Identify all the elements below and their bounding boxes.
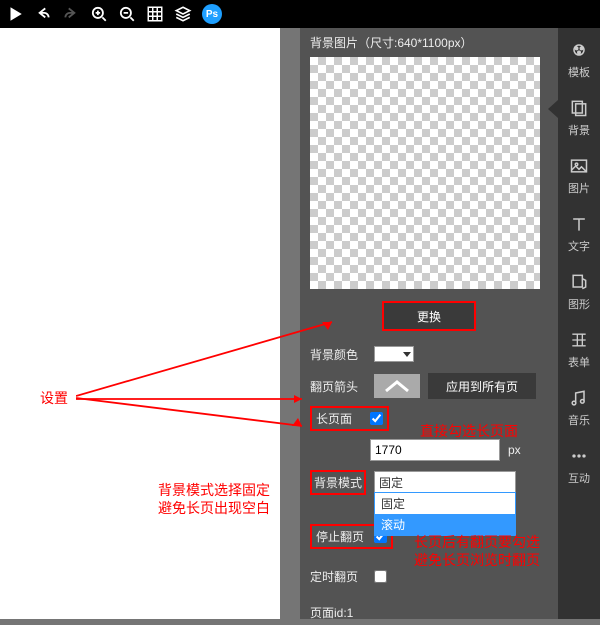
flip-arrow-label: 翻页箭头 (310, 378, 366, 395)
long-page-checkbox[interactable] (370, 412, 383, 425)
timed-flip-checkbox[interactable] (374, 570, 387, 583)
sidebar-background[interactable]: 背景 (568, 98, 590, 138)
height-input[interactable] (370, 439, 500, 461)
layers-icon[interactable] (174, 5, 192, 23)
sidebar-form[interactable]: 表单 (568, 330, 590, 370)
sidebar-interact[interactable]: 互动 (568, 446, 590, 486)
rightbar-notch (548, 100, 558, 118)
height-unit: px (508, 443, 521, 457)
top-toolbar: Ps (0, 0, 600, 28)
sidebar-image[interactable]: 图片 (568, 156, 590, 196)
sidebar-template[interactable]: 模板 (568, 40, 590, 80)
canvas-area (0, 28, 280, 619)
bg-mode-option-scroll[interactable]: 滚动 (375, 514, 515, 535)
long-page-label: 长页面 (316, 410, 352, 427)
grid-icon[interactable] (146, 5, 164, 23)
bg-mode-select[interactable]: 固定 (374, 471, 516, 493)
zoom-in-icon[interactable] (90, 5, 108, 23)
undo-icon[interactable] (34, 5, 52, 23)
photoshop-badge[interactable]: Ps (202, 4, 222, 24)
bg-mode-option-fixed[interactable]: 固定 (375, 493, 515, 514)
bg-color-swatch[interactable] (374, 346, 414, 362)
background-preview[interactable] (310, 57, 540, 289)
stop-flip-label: 停止翻页 (316, 528, 364, 545)
flip-arrow-preview[interactable] (374, 374, 420, 398)
bg-mode-dropdown: 固定 滚动 (374, 492, 516, 536)
bg-color-label: 背景颜色 (310, 346, 366, 363)
zoom-out-icon[interactable] (118, 5, 136, 23)
sidebar-text[interactable]: 文字 (568, 214, 590, 254)
redo-icon (62, 5, 80, 23)
bg-mode-label: 背景模式 (310, 470, 366, 495)
apply-all-button[interactable]: 应用到所有页 (428, 373, 536, 399)
page-id-label: 页面id:1 (310, 604, 353, 621)
play-icon[interactable] (6, 5, 24, 23)
timed-flip-label: 定时翻页 (310, 568, 366, 585)
sidebar-shape[interactable]: 图形 (568, 272, 590, 312)
properties-panel: 背景图片（尺寸:640*1100px） 更换 背景颜色 翻页箭头 应用到所有页 … (300, 28, 558, 619)
right-sidebar: 模板 背景 图片 文字 图形 表单 音乐 互动 (558, 28, 600, 619)
change-button[interactable]: 更换 (384, 303, 474, 329)
panel-title: 背景图片（尺寸:640*1100px） (310, 34, 548, 51)
sidebar-music[interactable]: 音乐 (568, 388, 590, 428)
